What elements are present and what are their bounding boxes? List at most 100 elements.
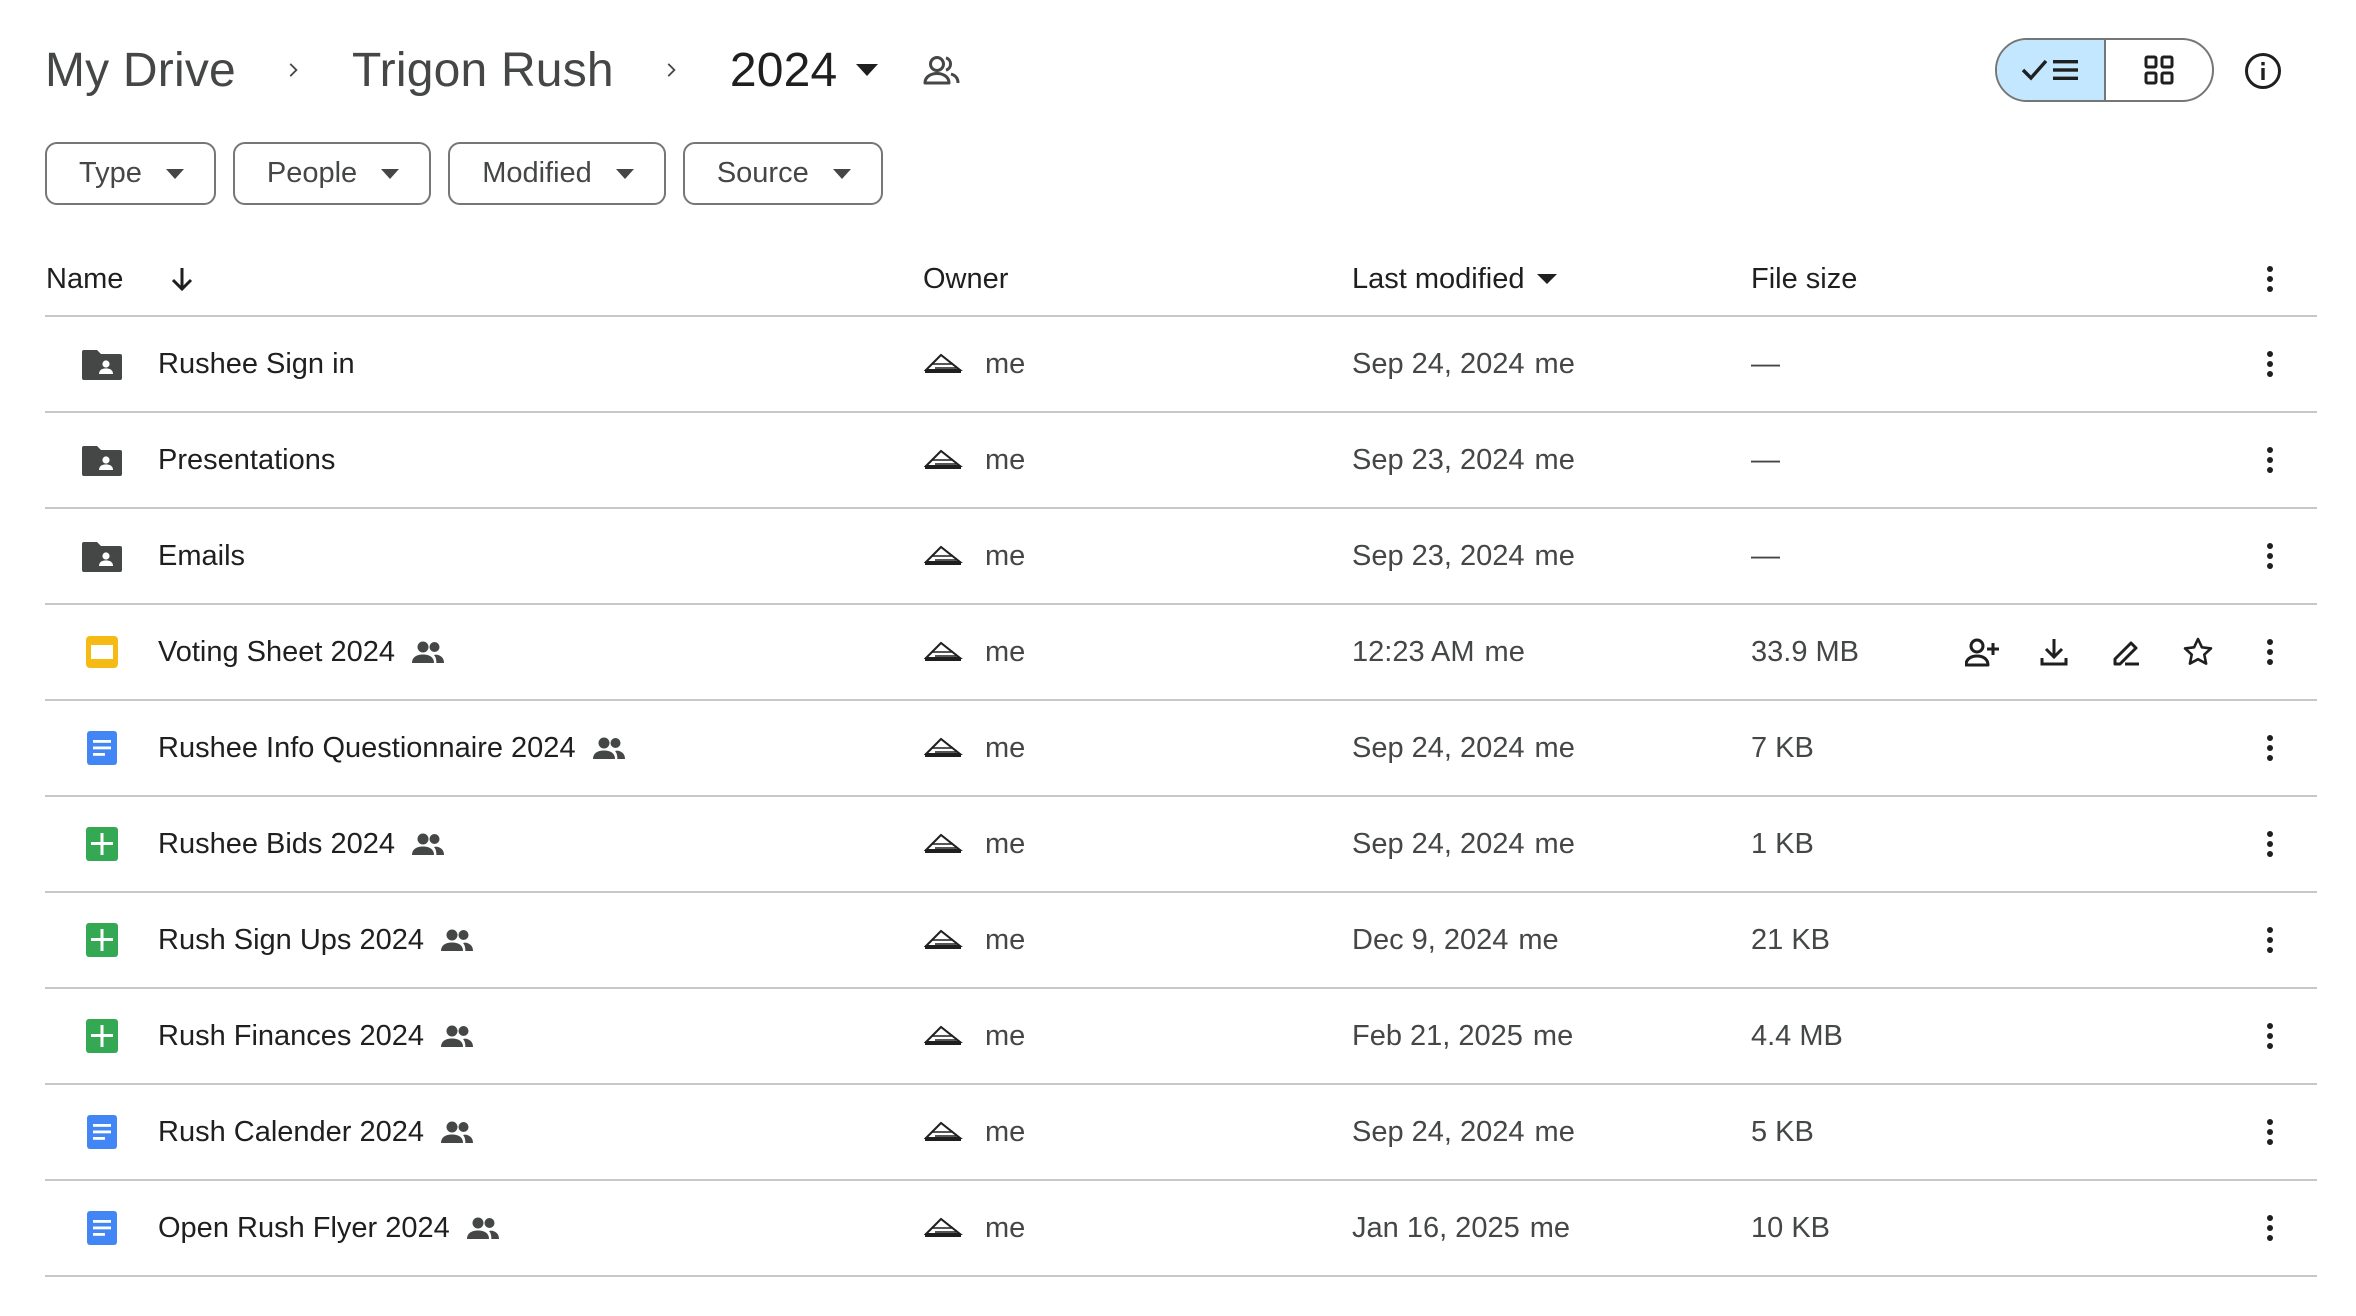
- file-size-cell: 33.9 MB: [1751, 635, 1859, 668]
- file-name-cell[interactable]: Rushee Sign in: [158, 317, 355, 411]
- more-actions-icon[interactable]: [2250, 989, 2290, 1083]
- table-row[interactable]: Rush Finances 2024 me Feb 21, 2025 me 4.4 MB: [45, 989, 2317, 1085]
- file-size-cell: 7 KB: [1751, 731, 1814, 764]
- owner-name: me: [985, 347, 1026, 380]
- more-actions-icon[interactable]: [2250, 605, 2290, 699]
- file-name-cell[interactable]: Rush Calender 2024: [158, 1085, 476, 1179]
- shared-folder-icon: [80, 317, 124, 411]
- file-name-cell[interactable]: Open Rush Flyer 2024: [158, 1181, 502, 1275]
- modified-by: me: [1534, 1115, 1575, 1148]
- shared-people-icon: [466, 1210, 502, 1246]
- filter-modified-chip[interactable]: Modified: [448, 142, 666, 205]
- star-icon[interactable]: [2176, 630, 2220, 674]
- modified-date: Sep 24, 2024: [1352, 347, 1525, 380]
- file-size-cell: —: [1751, 539, 1780, 572]
- file-name-cell[interactable]: Rush Finances 2024: [158, 989, 476, 1083]
- owner-avatar: [923, 736, 965, 760]
- owner-cell: me: [923, 797, 1025, 891]
- owner-avatar: [923, 1216, 965, 1240]
- grid-view-button[interactable]: [2106, 40, 2213, 100]
- file-name: Rush Sign Ups 2024: [158, 923, 424, 956]
- filter-source-chip[interactable]: Source: [682, 142, 883, 205]
- owner-cell: me: [923, 413, 1025, 507]
- table-row[interactable]: Emails me Sep 23, 2024 me —: [45, 509, 2317, 605]
- drive-page: My Drive Trigon Rush 2024 Type People Mo…: [0, 0, 2356, 1316]
- more-actions-icon[interactable]: [2250, 701, 2290, 795]
- file-name-cell[interactable]: Rush Sign Ups 2024: [158, 893, 476, 987]
- last-modified-cell: Sep 24, 2024 me: [1352, 1085, 1575, 1179]
- table-row[interactable]: Rushee Bids 2024 me Sep 24, 2024 me 1 KB: [45, 797, 2317, 893]
- column-header-file-size[interactable]: File size: [1751, 244, 1857, 314]
- modified-date: 12:23 AM: [1352, 635, 1475, 668]
- file-name-cell[interactable]: Presentations: [158, 413, 335, 507]
- file-name-cell[interactable]: Rushee Info Questionnaire 2024: [158, 701, 628, 795]
- file-name-cell[interactable]: Rushee Bids 2024: [158, 797, 447, 891]
- file-size-cell: —: [1751, 347, 1780, 380]
- more-actions-icon[interactable]: [2250, 413, 2290, 507]
- file-name: Open Rush Flyer 2024: [158, 1211, 450, 1244]
- add-person-icon[interactable]: [1960, 630, 2004, 674]
- more-actions-icon[interactable]: [2250, 317, 2290, 411]
- more-actions-icon[interactable]: [2250, 797, 2290, 891]
- owner-avatar: [923, 1120, 965, 1144]
- last-modified-cell: Sep 23, 2024 me: [1352, 509, 1575, 603]
- caret-down-icon: [165, 168, 184, 179]
- google-docs-icon: [80, 701, 124, 795]
- last-modified-cell: Sep 23, 2024 me: [1352, 413, 1575, 507]
- column-header-name[interactable]: Name: [46, 244, 123, 314]
- owner-cell: me: [923, 1085, 1025, 1179]
- table-row[interactable]: Open Rush Flyer 2024 me Jan 16, 2025 me 10 K…: [45, 1181, 2317, 1277]
- filter-type-label: Type: [79, 157, 142, 189]
- more-actions-icon[interactable]: [2250, 893, 2290, 987]
- caret-down-icon[interactable]: [847, 50, 887, 90]
- table-row[interactable]: Rush Calender 2024 me Sep 24, 2024 me 5 KB: [45, 1085, 2317, 1181]
- filter-type-chip[interactable]: Type: [45, 142, 216, 205]
- owner-name: me: [985, 1115, 1026, 1148]
- table-row[interactable]: Rushee Sign in me Sep 24, 2024 me —: [45, 317, 2317, 413]
- file-size-cell: 4.4 MB: [1751, 1019, 1843, 1052]
- caret-down-icon: [1536, 274, 1557, 284]
- more-vert-icon[interactable]: [2250, 244, 2290, 314]
- modified-by: me: [1484, 635, 1525, 668]
- info-button[interactable]: [2240, 48, 2286, 94]
- last-modified-cell: Sep 24, 2024 me: [1352, 797, 1575, 891]
- google-sheets-icon: [80, 797, 124, 891]
- modified-by: me: [1534, 539, 1575, 572]
- breadcrumb-current-folder[interactable]: 2024: [730, 43, 838, 98]
- breadcrumb-trigon-rush[interactable]: Trigon Rush: [352, 43, 614, 98]
- last-modified-cell: 12:23 AM me: [1352, 605, 1525, 699]
- file-name-cell[interactable]: Emails: [158, 509, 245, 603]
- sort-arrow-down-icon[interactable]: [163, 260, 201, 298]
- last-modified-cell: Jan 16, 2025 me: [1352, 1181, 1570, 1275]
- file-name-cell[interactable]: Voting Sheet 2024: [158, 605, 447, 699]
- modified-by: me: [1534, 443, 1575, 476]
- last-modified-cell: Sep 24, 2024 me: [1352, 317, 1575, 411]
- shared-folder-people-icon[interactable]: [917, 45, 967, 95]
- shared-folder-icon: [80, 509, 124, 603]
- shared-people-icon: [411, 634, 447, 670]
- modified-by: me: [1534, 347, 1575, 380]
- modified-date: Dec 9, 2024: [1352, 923, 1509, 956]
- google-docs-icon: [80, 1085, 124, 1179]
- download-icon[interactable]: [2032, 630, 2076, 674]
- breadcrumb: My Drive Trigon Rush 2024: [45, 30, 967, 110]
- file-size-cell: —: [1751, 443, 1780, 476]
- more-actions-icon[interactable]: [2250, 1181, 2290, 1275]
- table-row[interactable]: Voting Sheet 2024 me 12:23 AM me 33.9 MB: [45, 605, 2317, 701]
- last-modified-cell: Sep 24, 2024 me: [1352, 701, 1575, 795]
- chevron-right-icon: [642, 40, 702, 100]
- column-header-last-modified[interactable]: Last modified: [1352, 244, 1557, 314]
- table-row[interactable]: Rushee Info Questionnaire 2024 me Sep 24, …: [45, 701, 2317, 797]
- more-actions-icon[interactable]: [2250, 1085, 2290, 1179]
- column-header-owner[interactable]: Owner: [923, 244, 1008, 314]
- breadcrumb-my-drive[interactable]: My Drive: [45, 43, 236, 98]
- owner-name: me: [985, 1019, 1026, 1052]
- list-view-button[interactable]: [1997, 40, 2106, 100]
- more-actions-icon[interactable]: [2250, 509, 2290, 603]
- table-row[interactable]: Rush Sign Ups 2024 me Dec 9, 2024 me 21 KB: [45, 893, 2317, 989]
- modified-by: me: [1534, 827, 1575, 860]
- rename-icon[interactable]: [2104, 630, 2148, 674]
- table-row[interactable]: Presentations me Sep 23, 2024 me —: [45, 413, 2317, 509]
- last-modified-cell: Feb 21, 2025 me: [1352, 989, 1573, 1083]
- filter-people-chip[interactable]: People: [232, 142, 432, 205]
